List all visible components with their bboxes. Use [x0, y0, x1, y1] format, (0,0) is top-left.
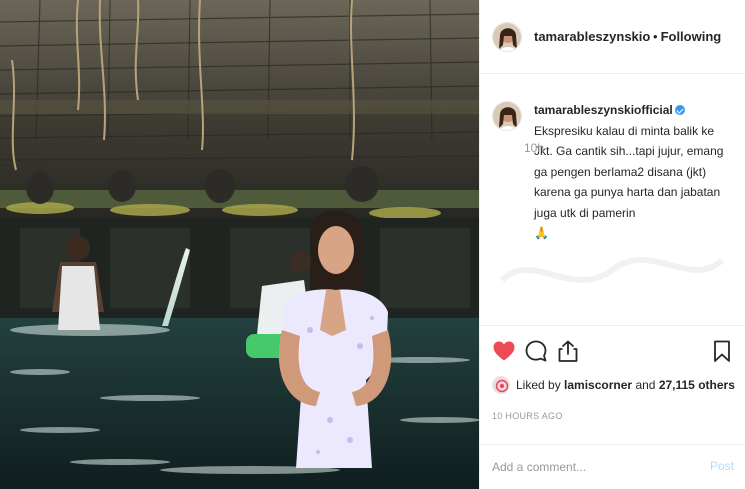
share-icon[interactable] — [556, 338, 580, 364]
liked-by-user[interactable]: lamiscorner — [564, 378, 632, 392]
posted-time[interactable]: 10 HOURS AGO — [492, 411, 563, 421]
likes-count[interactable]: 27,115 others — [659, 378, 735, 392]
caption-text: Ekspresiku kalau di minta balik ke Jkt. … — [534, 123, 724, 220]
heart-icon[interactable] — [492, 338, 516, 364]
post-header: tamarableszynskiofficial • Following — [480, 0, 745, 74]
bookmark-icon[interactable] — [710, 338, 734, 364]
comment-icon[interactable] — [524, 338, 548, 364]
header-username[interactable]: tamarableszynskiofficial — [534, 29, 650, 44]
instagram-post: tamarableszynskiofficial • Following tam… — [0, 0, 745, 489]
header-separator: • — [653, 29, 658, 44]
caption-timestamp[interactable]: 10h — [524, 141, 544, 155]
liker-avatar[interactable] — [492, 376, 510, 394]
temple-bath-photo — [0, 0, 479, 489]
post-comment-button[interactable]: Post — [710, 459, 734, 473]
verified-badge-icon — [674, 105, 685, 115]
likes-prefix: Liked by — [516, 378, 561, 392]
likes-conjunction: and — [635, 378, 656, 392]
likes-summary: Liked by lamiscorner and 27,115 others — [492, 376, 735, 394]
post-photo[interactable] — [0, 0, 479, 489]
caption-body: tamarableszynskiofficial Ekspresiku kala… — [534, 100, 736, 244]
faded-watermark — [499, 257, 725, 283]
profile-avatar[interactable] — [492, 21, 522, 52]
post-side-panel: tamarableszynskiofficial • Following tam… — [479, 0, 745, 489]
caption-emoji: 🙏 — [534, 226, 549, 240]
caption-avatar[interactable] — [492, 101, 522, 131]
following-button[interactable]: Following — [661, 29, 722, 44]
comment-box: Post — [480, 444, 745, 489]
comment-input[interactable] — [492, 457, 682, 477]
post-caption: tamarableszynskiofficial Ekspresiku kala… — [492, 100, 736, 244]
caption-username[interactable]: tamarableszynskiofficial — [534, 103, 673, 117]
